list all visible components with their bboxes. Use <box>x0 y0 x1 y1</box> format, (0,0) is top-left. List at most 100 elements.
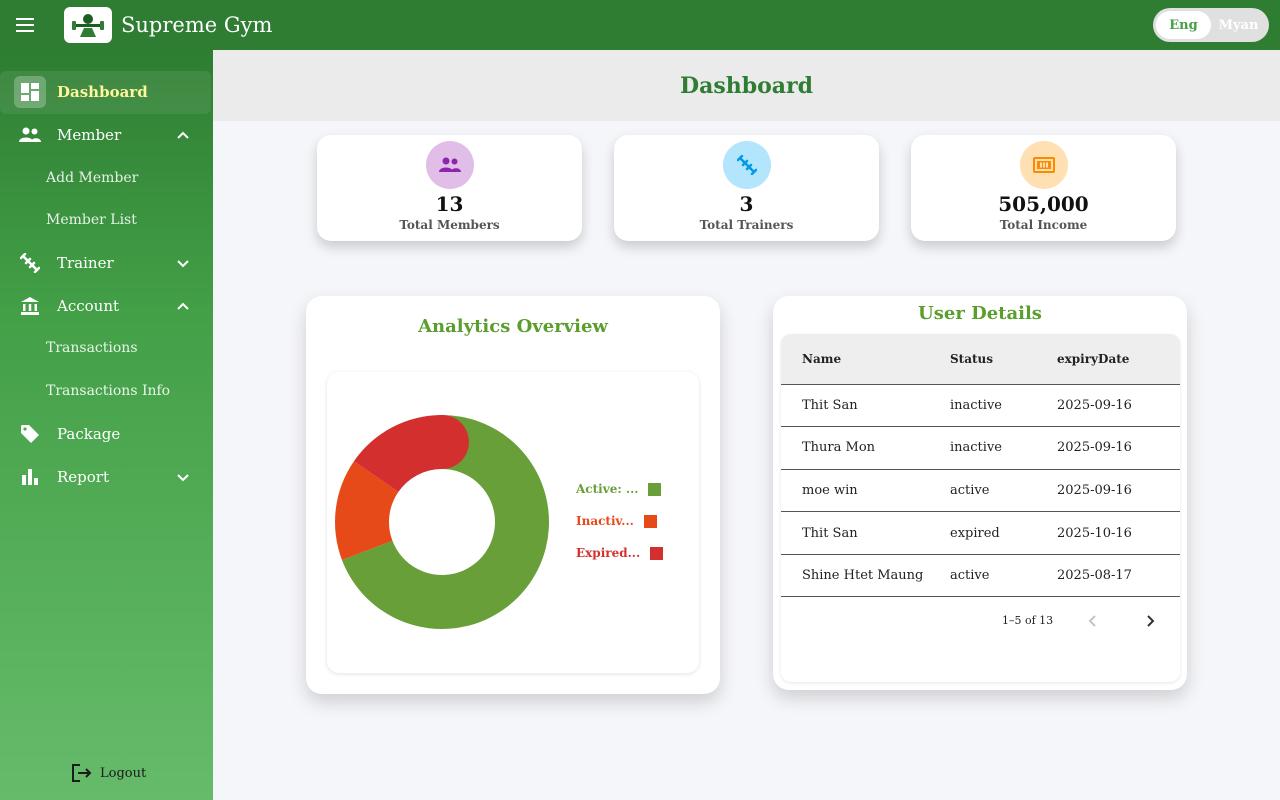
cell-expiry: 2025-09-16 <box>1057 384 1180 428</box>
table-row[interactable]: Thit San inactive 2025-09-16 <box>781 384 1180 428</box>
legend-label: Active: ... <box>576 482 639 496</box>
sidebar-item-label: Member <box>57 126 122 145</box>
cell-name: Thit San <box>781 511 950 555</box>
legend-item-inactive[interactable]: Inactiv... <box>576 514 657 528</box>
gym-logo <box>64 7 112 43</box>
next-page-button[interactable] <box>1139 610 1161 632</box>
menu-button[interactable] <box>0 0 50 50</box>
legend-item-expired[interactable]: Expired... <box>576 546 664 560</box>
cell-status: expired <box>950 511 1057 555</box>
table-row[interactable]: moe win active 2025-09-16 <box>781 469 1180 513</box>
chevron-up-icon <box>177 131 189 139</box>
table-row[interactable]: Thura Mon inactive 2025-09-16 <box>781 426 1180 470</box>
cell-status: active <box>950 469 1057 513</box>
lang-option-myan[interactable]: Myan <box>1211 11 1266 39</box>
user-details-panel: User Details Name Status expiryDate Thit… <box>773 296 1187 690</box>
language-toggle[interactable]: Eng Myan <box>1153 8 1269 42</box>
bank-icon <box>18 294 42 318</box>
analytics-panel: Analytics Overview Active: ... Inactiv..… <box>306 296 720 694</box>
cell-expiry: 2025-09-16 <box>1057 426 1180 470</box>
table-header-row: Name Status expiryDate <box>781 334 1180 385</box>
cell-expiry: 2025-08-17 <box>1057 554 1180 598</box>
stat-value: 13 <box>435 192 464 216</box>
table-row[interactable]: Shine Htet Maung active 2025-08-17 <box>781 554 1180 598</box>
stat-value: 3 <box>739 192 754 216</box>
money-icon <box>1019 141 1068 189</box>
stat-label: Total Members <box>399 218 500 232</box>
bar-chart-icon <box>18 465 42 489</box>
people-icon <box>425 141 474 189</box>
sidebar-item-label: Report <box>57 467 110 486</box>
cell-status: active <box>950 554 1057 598</box>
sidebar-item-label: Account <box>57 296 120 315</box>
sidebar-subitem-transactions-info[interactable]: Transactions Info <box>0 370 213 413</box>
dumbbell-icon <box>722 141 771 189</box>
pagination-range: 1–5 of 13 <box>1002 614 1054 627</box>
sidebar-item-package[interactable]: Package <box>0 413 213 456</box>
page-title: Dashboard <box>680 72 813 99</box>
legend-item-active[interactable]: Active: ... <box>576 482 662 496</box>
analytics-chart: Active: ... Inactiv... Expired... <box>327 372 699 673</box>
sidebar-subitem-member-list[interactable]: Member List <box>0 199 213 242</box>
legend-label: Expired... <box>576 546 641 560</box>
column-header-name[interactable]: Name <box>781 334 950 385</box>
stat-card-trainers: 3 Total Trainers <box>614 135 879 241</box>
sidebar-item-label: Package <box>57 424 121 443</box>
donut-slice-cap <box>414 415 469 470</box>
chevron-down-icon <box>177 260 189 268</box>
sidebar-subitem-transactions[interactable]: Transactions <box>0 327 213 370</box>
column-header-status[interactable]: Status <box>950 334 1057 385</box>
sidebar-item-label: Dashboard <box>57 83 148 102</box>
app-title: Supreme Gym <box>121 13 273 37</box>
column-header-expiry[interactable]: expiryDate <box>1057 334 1180 385</box>
stat-card-income: 505,000 Total Income <box>911 135 1176 241</box>
pagination: 1–5 of 13 <box>781 608 1180 634</box>
stat-value: 505,000 <box>998 192 1089 216</box>
logout-icon <box>72 764 92 782</box>
table-row[interactable]: Thit San expired 2025-10-16 <box>781 511 1180 555</box>
sidebar-subitem-add-member[interactable]: Add Member <box>0 156 213 199</box>
sidebar-item-label: Trainer <box>57 254 114 273</box>
tag-icon <box>18 422 42 446</box>
cell-status: inactive <box>950 426 1057 470</box>
donut-chart <box>335 415 549 629</box>
legend-swatch <box>643 514 657 528</box>
sidebar-item-dashboard[interactable]: Dashboard <box>0 71 211 114</box>
sidebar-item-account[interactable]: Account <box>0 284 213 327</box>
dashboard-icon <box>14 76 46 109</box>
sidebar-item-report[interactable]: Report <box>0 455 213 498</box>
user-table-container: Name Status expiryDate Thit San inactive… <box>781 334 1180 682</box>
previous-page-button[interactable] <box>1082 610 1104 632</box>
cell-status: inactive <box>950 384 1057 428</box>
user-details-title: User Details <box>918 303 1042 324</box>
sidebar: Dashboard Member Add Member Member List … <box>0 50 213 800</box>
chevron-left-icon <box>1088 615 1096 627</box>
stat-label: Total Income <box>999 218 1088 232</box>
stat-card-members: 13 Total Members <box>317 135 582 241</box>
stat-label: Total Trainers <box>699 218 794 232</box>
dumbbell-icon <box>18 251 42 275</box>
app-bar: Supreme Gym Eng Myan <box>0 0 1280 50</box>
chevron-up-icon <box>177 302 189 310</box>
legend-label: Inactiv... <box>576 514 634 528</box>
chevron-down-icon <box>177 473 189 481</box>
lang-option-eng[interactable]: Eng <box>1156 11 1211 39</box>
user-table: Name Status expiryDate Thit San inactive… <box>781 334 1180 598</box>
chevron-right-icon <box>1147 615 1155 627</box>
cell-name: moe win <box>781 469 950 513</box>
cell-expiry: 2025-09-16 <box>1057 469 1180 513</box>
cell-name: Shine Htet Maung <box>781 554 950 598</box>
page-header: Dashboard <box>213 50 1280 121</box>
logout-button[interactable]: Logout <box>72 764 146 782</box>
menu-icon <box>16 18 34 32</box>
legend-swatch <box>650 546 664 560</box>
cell-name: Thura Mon <box>781 426 950 470</box>
analytics-title: Analytics Overview <box>418 316 608 337</box>
sidebar-item-trainer[interactable]: Trainer <box>0 242 213 285</box>
logout-label: Logout <box>100 765 147 781</box>
gym-logo-icon <box>72 14 104 37</box>
cell-expiry: 2025-10-16 <box>1057 511 1180 555</box>
legend-swatch <box>648 482 662 496</box>
sidebar-item-member[interactable]: Member <box>0 114 213 157</box>
people-icon <box>18 123 42 147</box>
